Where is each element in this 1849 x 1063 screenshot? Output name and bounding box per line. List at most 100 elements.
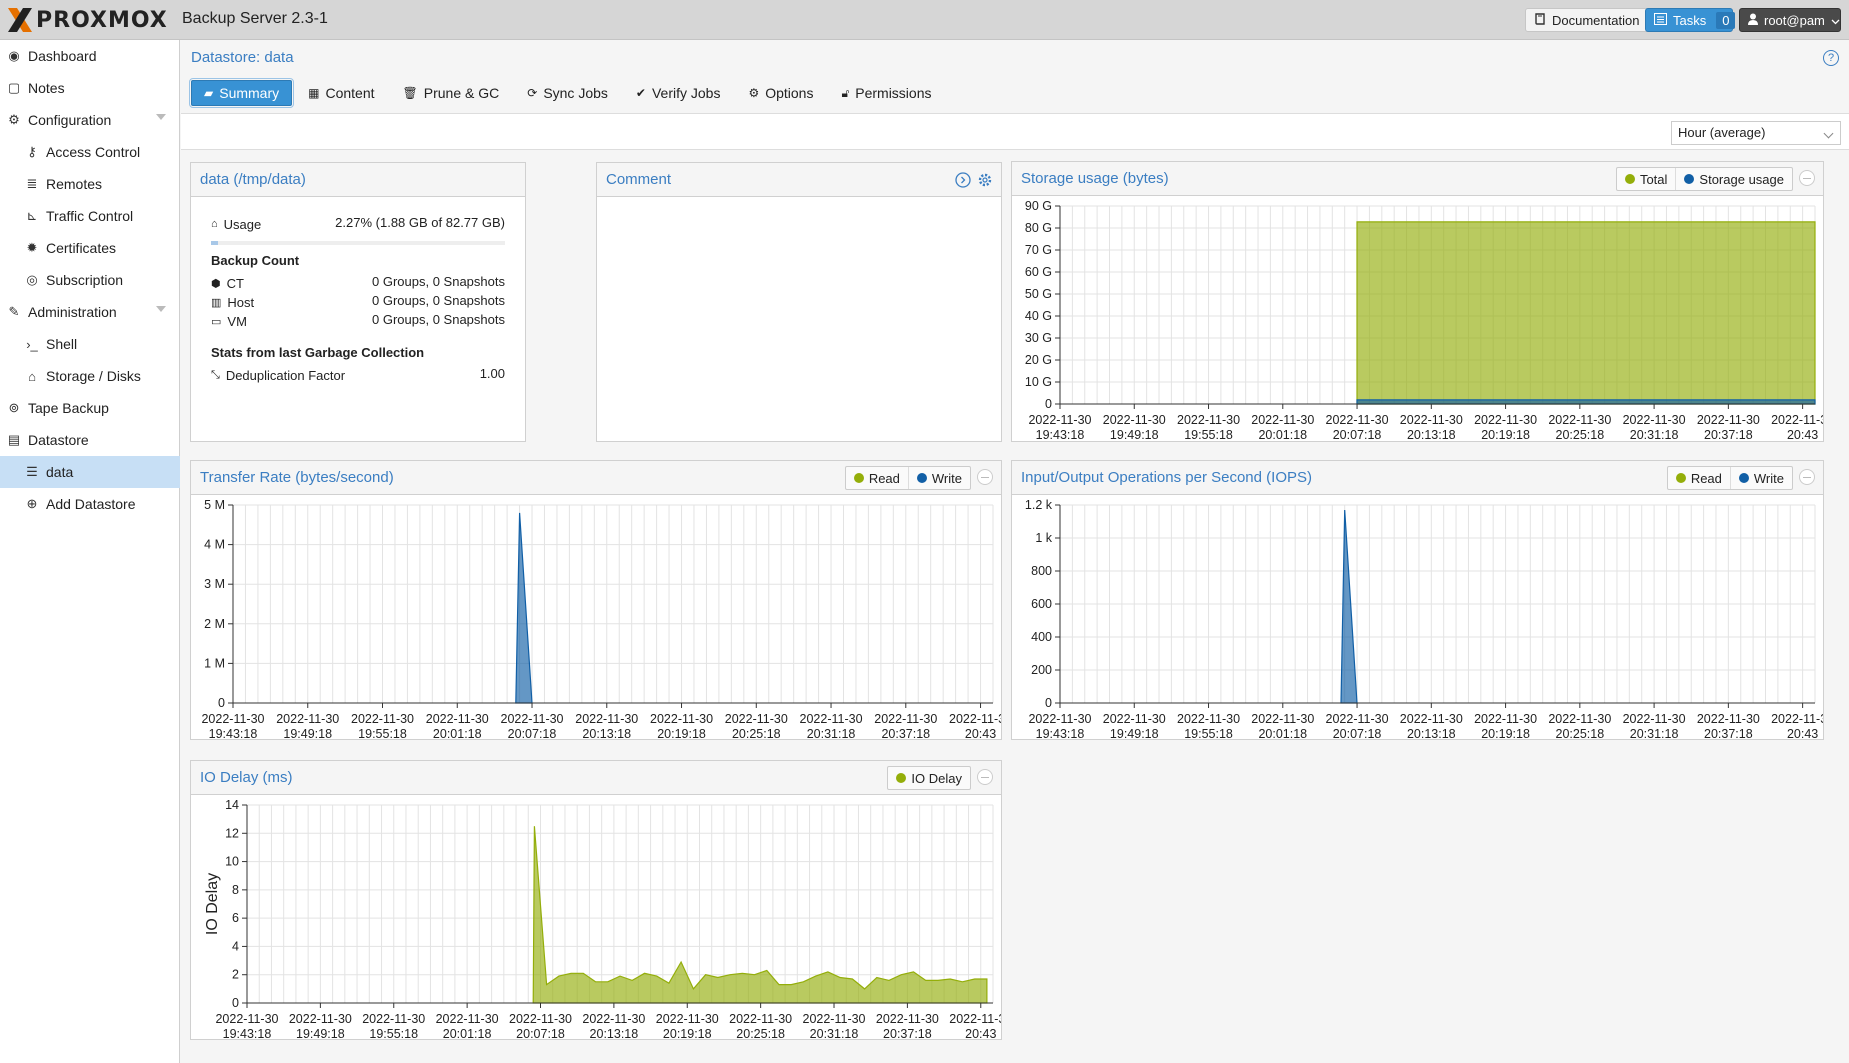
tab-sync-jobs[interactable]: ⟳ Sync Jobs — [515, 80, 620, 106]
sidebar-item-notes[interactable]: ▢ Notes — [0, 72, 180, 104]
timeframe-select[interactable]: Hour (average) — [1671, 121, 1841, 145]
legend-item-total[interactable]: Total — [1617, 168, 1677, 190]
x-tick-label: 2022-11-30 — [725, 712, 788, 726]
tab-prune-gc[interactable]: 🗑︎ Prune & GC — [391, 80, 512, 106]
count-row-host: ▥ Host 0 Groups, 0 Snapshots — [211, 293, 505, 311]
book-icon: ▰ — [204, 86, 214, 100]
sidebar-item-dashboard[interactable]: ◉ Dashboard — [0, 40, 180, 72]
gc-stats-header: Stats from last Garbage Collection — [211, 345, 425, 360]
sidebar-item-add-datastore[interactable]: ⊕ Add Datastore — [0, 488, 180, 520]
page-title: Datastore: data — [191, 49, 294, 66]
tab-permissions[interactable]: 🔓︎ Permissions — [829, 80, 943, 106]
x-tick-label: 19:43:18 — [1036, 727, 1085, 739]
y-tick-label: 8 — [232, 883, 239, 897]
sidebar-item-administration[interactable]: ✎ Administration — [0, 296, 180, 328]
tab-options[interactable]: ⚙ Options — [736, 80, 825, 106]
x-tick-label: 2022-11-30 — [1028, 712, 1091, 726]
legend-label: Write — [931, 470, 962, 486]
summary-toolbar: Hour (average) — [181, 113, 1849, 150]
legend-item-write[interactable]: Write — [1731, 467, 1792, 489]
y-tick-label: 1 M — [204, 656, 225, 670]
collapse-caret-icon[interactable] — [156, 306, 166, 312]
count-value: 0 Groups, 0 Snapshots — [372, 274, 505, 289]
x-tick-label: 20:37:18 — [1704, 428, 1753, 441]
sidebar-item-label: Tape Backup — [28, 400, 109, 416]
collapse-panel-icon[interactable] — [977, 769, 993, 785]
count-label: Host — [227, 294, 255, 310]
x-tick-label: 19:43:18 — [223, 1027, 272, 1039]
tab-verify-jobs[interactable]: ✔ Verify Jobs — [624, 80, 733, 106]
archive-icon: ▤ — [7, 432, 21, 447]
sidebar-item-label: Shell — [46, 336, 78, 352]
y-tick-label: 600 — [1031, 597, 1052, 611]
y-tick-label: 14 — [225, 798, 239, 812]
y-tick-label: 12 — [225, 826, 239, 840]
sidebar-item-label: Datastore — [28, 432, 89, 448]
collapse-panel-icon[interactable] — [1799, 469, 1815, 485]
y-tick-label: 40 G — [1025, 309, 1052, 323]
x-tick-label: 20:25:18 — [732, 727, 781, 739]
collapse-panel-icon[interactable] — [1799, 170, 1815, 186]
sidebar-item-access-control[interactable]: ⚷ Access Control — [0, 136, 180, 168]
cogs-icon: ⚙ — [8, 112, 20, 127]
usage-label: Usage — [223, 216, 262, 232]
legend-item-write[interactable]: Write — [909, 467, 970, 489]
chart-legend: Read Write — [844, 466, 971, 490]
top-bar: PROXMOX Backup Server 2.3-1 Documentatio… — [0, 0, 1849, 40]
tab-label: Permissions — [855, 85, 932, 101]
user-menu-button[interactable]: root@pam — [1739, 8, 1841, 32]
legend-label: Read — [868, 470, 900, 486]
y-tick-label: 800 — [1031, 564, 1052, 578]
help-icon[interactable]: ? — [1823, 50, 1839, 66]
legend-item-read[interactable]: Read — [846, 467, 909, 489]
sidebar-item-storage-disks[interactable]: ⌂ Storage / Disks — [0, 360, 180, 392]
sidebar-item-configuration[interactable]: ⚙ Configuration — [0, 104, 180, 136]
gear-icon[interactable] — [977, 172, 993, 192]
legend-item-storage-usage[interactable]: Storage usage — [1676, 168, 1792, 190]
legend-item-io-delay[interactable]: IO Delay — [888, 767, 970, 789]
iops-panel: Input/Output Operations per Second (IOPS… — [1011, 460, 1824, 740]
y-tick-label: 1 k — [1035, 531, 1052, 545]
transfer-rate-chart: 01 M2 M3 M4 M5 M2022-11-3019:43:182022-1… — [201, 498, 1001, 739]
panel-title: data (/tmp/data) — [200, 171, 306, 188]
certificate-icon: ✹ — [26, 240, 38, 255]
backup-count-header: Backup Count — [211, 253, 300, 268]
sidebar-item-label: Add Datastore — [46, 496, 136, 512]
x-tick-label: 19:49:18 — [296, 1027, 345, 1039]
sidebar-item-shell[interactable]: ›_ Shell — [0, 328, 180, 360]
count-label: VM — [227, 313, 247, 329]
sidebar-item-traffic-control[interactable]: ⊾ Traffic Control — [0, 200, 180, 232]
tab-summary[interactable]: ▰ Summary — [188, 78, 295, 108]
collapse-caret-icon[interactable] — [156, 114, 166, 120]
expand-circle-icon[interactable] — [955, 172, 971, 192]
sidebar-item-tape-backup[interactable]: ⊚ Tape Backup — [0, 392, 180, 424]
main-content: Datastore: data ? ▰ Summary ▦ Content 🗑︎… — [181, 40, 1849, 1063]
sidebar-item-datastore[interactable]: ▤ Datastore — [0, 424, 180, 456]
x-tick-label: 2022-11-30 — [1326, 712, 1389, 726]
chart-plot: 02004006008001 k1.2 k2022-11-3019:43:182… — [1025, 498, 1823, 739]
sidebar-item-subscription[interactable]: ◎ Subscription — [0, 264, 180, 296]
x-tick-label: 2022-11-30 — [575, 712, 638, 726]
series-area-total — [1356, 221, 1816, 405]
refresh-icon: ⟳ — [527, 86, 538, 100]
tasks-button[interactable]: Tasks 0 — [1645, 8, 1736, 32]
x-tick-label: 2022-11-30 — [582, 1012, 645, 1026]
collapse-panel-icon[interactable] — [977, 469, 993, 485]
legend-item-read[interactable]: Read — [1668, 467, 1731, 489]
sidebar-item-remotes[interactable]: ≣ Remotes — [0, 168, 180, 200]
panel-title: IO Delay (ms) — [200, 769, 293, 786]
x-tick-label: 19:49:18 — [1110, 428, 1159, 441]
panel-header: Transfer Rate (bytes/second) Read Write — [191, 461, 1001, 495]
sidebar-item-data[interactable]: ☰ data — [0, 456, 180, 488]
sidebar-item-label: Configuration — [28, 112, 112, 128]
y-tick-label: 30 G — [1025, 331, 1052, 345]
x-tick-label: 20:19:18 — [1481, 428, 1530, 441]
compress-icon: ⤡ — [211, 368, 220, 381]
notes-icon: ▢ — [7, 80, 21, 95]
y-tick-label: 20 G — [1025, 353, 1052, 367]
tab-content[interactable]: ▦ Content — [296, 80, 386, 106]
sidebar-item-certificates[interactable]: ✹ Certificates — [0, 232, 180, 264]
user-label: root@pam — [1764, 12, 1825, 28]
sidebar-item-label: Subscription — [46, 272, 124, 288]
dedup-label: Deduplication Factor — [225, 367, 346, 383]
